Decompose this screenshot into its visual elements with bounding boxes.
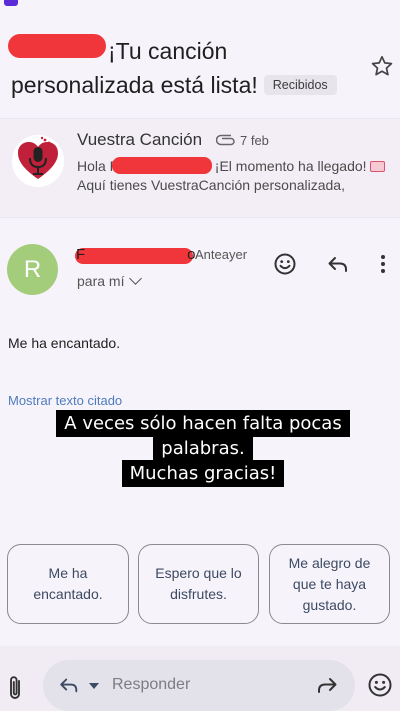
smart-reply-3[interactable]: Me alegro de que te haya gustado. [269,544,390,624]
add-reaction-button[interactable] [271,250,299,278]
message-snippet: Hola R ¡El momento ha llegado! Aquí tiene… [77,157,387,195]
overlay-line-2: Muchas gracias! [121,460,285,487]
message-date: 7 feb [240,133,269,148]
email-subject: ¡Tu canción personalizada está lista! Rec… [11,34,361,102]
story-text-overlay: A veces sólo hacen falta pocas palabras.… [26,410,380,487]
overlay-line-1: A veces sólo hacen falta pocas palabras. [56,410,350,462]
message-body: Me ha encantado. [8,335,121,351]
emoji-reaction-icon[interactable] [367,672,393,698]
smart-reply-2[interactable]: Espero que lo disfrutes. [138,544,259,624]
collapsed-message[interactable]: Vuestra Canción 7 feb Hola R ¡El momento … [0,118,400,218]
subject-header: ¡Tu canción personalizada está lista! Rec… [0,0,400,110]
from-name: Fo [76,246,196,263]
reply-icon [328,257,347,272]
more-vert-icon [381,255,385,273]
redacted-block [111,157,212,174]
attachment-icon [216,134,235,146]
reply-mode-dropdown-icon[interactable] [89,683,99,689]
snippet-line2: Aquí tienes VuestraCanción personalizada… [77,177,345,193]
reply-compose-field[interactable]: Responder [43,660,355,711]
reply-icon[interactable] [58,674,80,696]
smiley-icon [274,253,296,275]
reply-button[interactable] [324,250,352,278]
sender-logo [12,135,64,187]
envelope-emoji-icon [369,161,385,172]
recipient-label: para mí [77,273,125,289]
chevron-down-icon [129,272,143,285]
forward-icon[interactable] [315,674,339,696]
recipient-details-toggle[interactable]: para mí [77,272,143,289]
message-time: Anteayer [195,247,248,262]
compose-placeholder: Responder [112,676,191,693]
show-quoted-text-link[interactable]: Mostrar texto citado [8,393,122,408]
from-initial: F [76,246,86,263]
subject-title: ¡Tu canción personalizada está lista! [11,38,258,98]
snippet-line1: ¡El momento ha llegado! [214,158,367,174]
star-icon[interactable] [370,54,394,78]
sender-name: Vuestra Canción [77,130,203,149]
sender-avatar[interactable]: R [7,244,58,295]
attach-icon[interactable] [6,674,26,702]
smart-reply-1[interactable]: Me ha encantado. [7,544,129,624]
label-inbox[interactable]: Recibidos [263,75,337,95]
more-options-button[interactable] [369,250,397,278]
